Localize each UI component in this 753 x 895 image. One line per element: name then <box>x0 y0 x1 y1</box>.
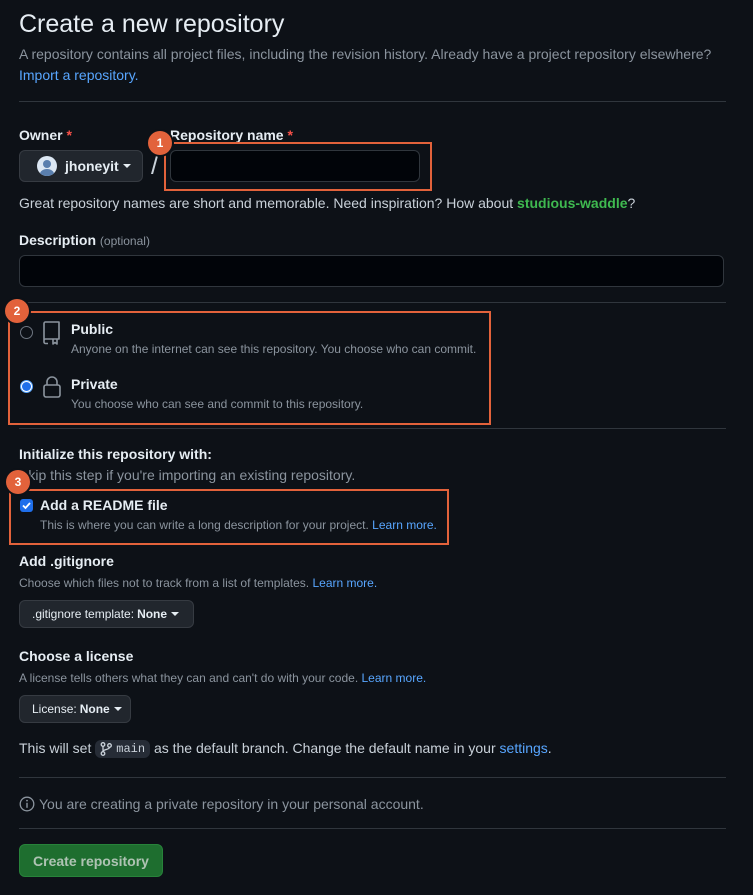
info-icon <box>19 796 35 812</box>
private-notice: You are creating a private repository in… <box>19 796 424 812</box>
annotation-badge-2: 2 <box>5 299 29 323</box>
notice-text: You are creating a private repository in… <box>39 796 424 812</box>
description-label-text: Description <box>19 232 97 248</box>
required-mark: * <box>66 127 72 143</box>
chevron-down-icon <box>113 707 122 711</box>
page-title: Create a new repository <box>19 10 285 38</box>
license-label: Choose a license <box>19 648 134 664</box>
hint-suffix: ? <box>627 195 636 211</box>
chevron-down-icon <box>171 612 180 616</box>
divider <box>19 101 726 102</box>
gitignore-desc: Choose which files not to track from a l… <box>19 576 377 590</box>
gitignore-button-prefix: .gitignore template: <box>32 607 135 621</box>
init-hint: Skip this step if you're importing an ex… <box>19 467 356 483</box>
avatar <box>37 156 57 176</box>
import-repository-link[interactable]: Import a repository. <box>19 67 139 83</box>
annotation-badge-3: 3 <box>6 470 30 494</box>
owner-value: jhoneyit <box>65 158 119 174</box>
branch-chip: main <box>95 740 151 759</box>
divider <box>19 428 726 429</box>
repo-name-label-text: Repository name <box>170 127 284 143</box>
branch-name: main <box>116 742 146 757</box>
description-label: Description (optional) <box>19 232 150 248</box>
license-learn-more-link[interactable]: Learn more. <box>362 671 427 685</box>
optional-tag: (optional) <box>99 234 150 248</box>
owner-label: Owner * <box>19 127 72 143</box>
annotation-box-1 <box>164 142 432 191</box>
gitignore-label: Add .gitignore <box>19 553 114 569</box>
license-desc-text: A license tells others what they can and… <box>19 671 359 685</box>
branch-prefix: This will set <box>19 740 92 756</box>
divider <box>19 777 726 778</box>
create-repository-button[interactable]: Create repository <box>19 844 163 877</box>
name-suggestion-link[interactable]: studious-waddle <box>517 195 627 211</box>
init-heading: Initialize this repository with: <box>19 446 212 462</box>
owner-label-text: Owner <box>19 127 63 143</box>
gitignore-template-dropdown[interactable]: .gitignore template: None <box>19 600 194 628</box>
gitignore-button-value: None <box>137 607 168 621</box>
branch-middle-text: as the default branch. Change the defaul… <box>153 740 496 756</box>
license-dropdown[interactable]: License: None <box>19 695 131 723</box>
repo-name-hint: Great repository names are short and mem… <box>19 195 635 211</box>
settings-link[interactable]: settings <box>500 740 548 756</box>
license-button-value: None <box>79 702 110 716</box>
hint-text: Great repository names are short and mem… <box>19 195 518 211</box>
gitignore-learn-more-link[interactable]: Learn more. <box>312 576 377 590</box>
required-mark: * <box>287 127 293 143</box>
license-button-prefix: License: <box>32 702 77 716</box>
annotation-box-2 <box>8 311 491 425</box>
annotation-box-3 <box>9 489 449 545</box>
page-subtitle: A repository contains all project files,… <box>19 44 729 86</box>
description-input[interactable] <box>19 255 724 287</box>
divider <box>19 828 726 829</box>
default-branch-info: This will set main as the default branch… <box>19 740 552 759</box>
gitignore-desc-text: Choose which files not to track from a l… <box>19 576 310 590</box>
chevron-down-icon <box>122 164 131 168</box>
license-desc: A license tells others what they can and… <box>19 671 426 685</box>
annotation-badge-1: 1 <box>148 131 172 155</box>
divider <box>19 302 726 303</box>
repo-name-label: Repository name * <box>170 127 293 143</box>
git-branch-icon <box>100 742 113 757</box>
owner-dropdown[interactable]: jhoneyit <box>19 150 143 182</box>
branch-suffix: . <box>547 740 552 756</box>
subtitle-text: A repository contains all project files,… <box>19 46 712 62</box>
